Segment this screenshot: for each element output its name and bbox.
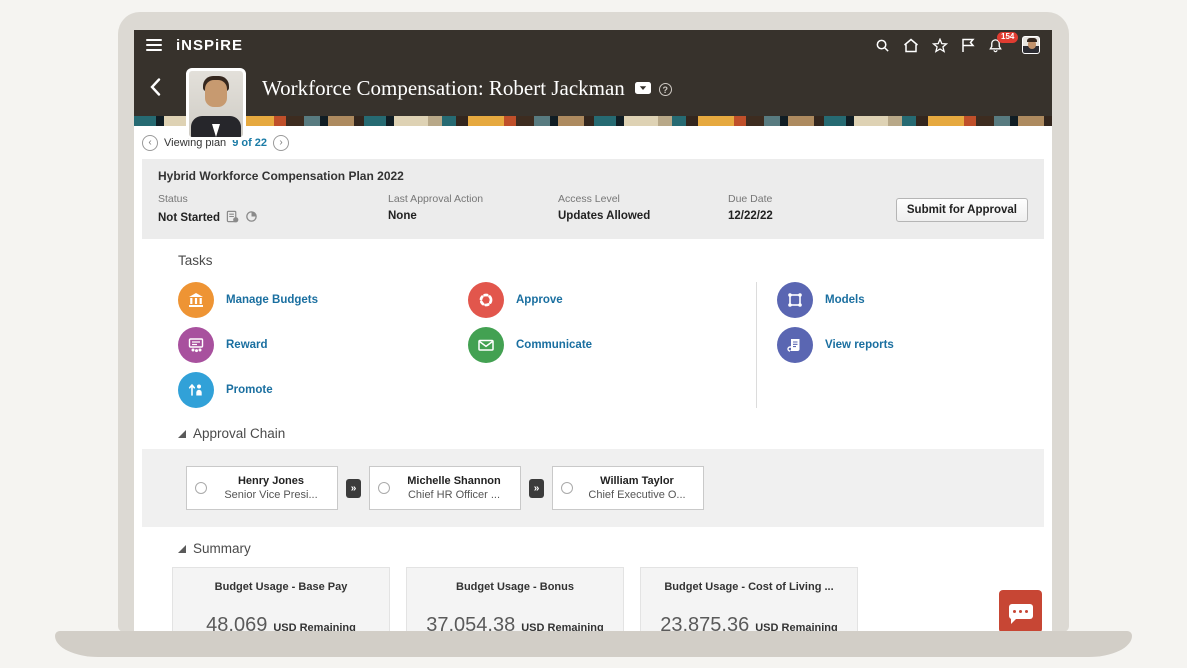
chevron-double-right-icon: » [346, 479, 361, 498]
access-level-value: Updates Allowed [558, 210, 650, 222]
user-avatar[interactable] [1022, 36, 1040, 54]
budget-card-cost-of-living: Budget Usage - Cost of Living ... 23,875… [640, 567, 858, 631]
approver-title: Chief Executive O... [579, 489, 695, 501]
submit-for-approval-button[interactable]: Submit for Approval [896, 198, 1028, 222]
budget-card-title: Budget Usage - Base Pay [173, 581, 389, 593]
app-screen: iNSPiRE 154 Workforce Compens [134, 30, 1052, 631]
models-icon [777, 282, 813, 318]
radio-icon[interactable] [561, 482, 573, 494]
summary-heading[interactable]: Summary [134, 527, 1052, 564]
task-communicate[interactable]: Communicate [468, 327, 756, 363]
pie-chart-icon[interactable] [245, 210, 258, 226]
approver-name: Michelle Shannon [396, 475, 512, 487]
last-approval-label: Last Approval Action [388, 193, 558, 205]
summary-title: Summary [193, 541, 251, 556]
approver-name: Henry Jones [213, 475, 329, 487]
global-topbar: iNSPiRE 154 [134, 30, 1052, 60]
radio-icon[interactable] [195, 482, 207, 494]
menu-icon[interactable] [146, 39, 162, 51]
approval-chain: Henry Jones Senior Vice Presi... » Miche… [142, 449, 1044, 527]
remaining-amount: 37,054.38 [426, 614, 515, 631]
chevron-double-right-icon: » [529, 479, 544, 498]
task-label: Promote [226, 384, 273, 396]
collapse-icon [178, 545, 186, 553]
approver-card[interactable]: Henry Jones Senior Vice Presi... [186, 466, 338, 510]
video-icon[interactable] [635, 81, 651, 99]
task-label: Reward [226, 339, 268, 351]
remaining-unit: USD Remaining [755, 622, 838, 631]
page-title: Workforce Compensation: Robert Jackman [262, 76, 625, 101]
decorative-pattern-strip [134, 116, 1052, 126]
promote-icon [178, 372, 214, 408]
approval-chain-title: Approval Chain [193, 426, 285, 441]
due-date-label: Due Date [728, 193, 773, 205]
collapse-icon [178, 430, 186, 438]
task-label: Communicate [516, 339, 592, 351]
task-view-reports[interactable]: View reports [777, 327, 894, 363]
task-promote[interactable]: Promote [178, 372, 468, 408]
chat-bubble-icon [1009, 604, 1033, 619]
budget-card-base-pay: Budget Usage - Base Pay 48,069 USD Remai… [172, 567, 390, 631]
task-manage-budgets[interactable]: Manage Budgets [178, 282, 468, 318]
plan-name: Hybrid Workforce Compensation Plan 2022 [158, 169, 1028, 183]
approver-card[interactable]: William Taylor Chief Executive O... [552, 466, 704, 510]
employee-photo [186, 68, 246, 140]
task-label: Approve [516, 294, 563, 306]
page-header: Workforce Compensation: Robert Jackman ? [134, 60, 1052, 116]
app-logo: iNSPiRE [176, 37, 243, 54]
approver-card[interactable]: Michelle Shannon Chief HR Officer ... [369, 466, 521, 510]
dotted-circle-icon [468, 282, 504, 318]
budget-card-title: Budget Usage - Cost of Living ... [641, 581, 857, 593]
status-value: Not Started [158, 212, 220, 224]
task-label: Models [825, 294, 865, 306]
approver-name: William Taylor [579, 475, 695, 487]
envelope-icon [468, 327, 504, 363]
chat-button[interactable] [999, 590, 1042, 631]
report-icon [777, 327, 813, 363]
home-icon[interactable] [903, 38, 919, 53]
next-plan-icon[interactable]: › [273, 135, 289, 151]
plan-details-icon[interactable] [226, 210, 239, 226]
bank-icon [178, 282, 214, 318]
plan-info-bar: Hybrid Workforce Compensation Plan 2022 … [142, 159, 1044, 239]
search-icon[interactable] [875, 38, 890, 53]
task-label: View reports [825, 339, 894, 351]
remaining-amount: 48,069 [206, 614, 267, 631]
plan-navigator: ‹ Viewing plan 9 of 22 › [134, 126, 1052, 159]
notifications-icon[interactable]: 154 [988, 38, 1003, 53]
last-approval-value: None [388, 210, 417, 222]
tasks-heading: Tasks [178, 253, 1052, 268]
radio-icon[interactable] [378, 482, 390, 494]
task-approve[interactable]: Approve [468, 282, 756, 318]
approver-title: Chief HR Officer ... [396, 489, 512, 501]
remaining-unit: USD Remaining [273, 622, 356, 631]
summary-cards: Budget Usage - Base Pay 48,069 USD Remai… [134, 564, 1052, 631]
task-models[interactable]: Models [777, 282, 894, 318]
access-level-label: Access Level [558, 193, 728, 205]
task-reward[interactable]: Reward [178, 327, 468, 363]
budget-card-bonus: Budget Usage - Bonus 37,054.38 USD Remai… [406, 567, 624, 631]
flag-icon[interactable] [961, 38, 975, 53]
task-label: Manage Budgets [226, 294, 318, 306]
remaining-unit: USD Remaining [521, 622, 604, 631]
status-label: Status [158, 193, 388, 205]
remaining-amount: 23,875.36 [660, 614, 749, 631]
budget-card-title: Budget Usage - Bonus [407, 581, 623, 593]
previous-plan-icon[interactable]: ‹ [142, 135, 158, 151]
approver-title: Senior Vice Presi... [213, 489, 329, 501]
due-date-value: 12/22/22 [728, 210, 773, 222]
favorites-icon[interactable] [932, 38, 948, 53]
presentation-icon [178, 327, 214, 363]
approval-chain-heading[interactable]: Approval Chain [134, 412, 1052, 449]
laptop-base [55, 631, 1132, 657]
help-icon[interactable]: ? [659, 83, 672, 96]
tasks-section: Tasks Manage Budgets Reward [134, 239, 1052, 412]
back-icon[interactable] [150, 78, 161, 101]
notification-badge: 154 [997, 32, 1018, 43]
